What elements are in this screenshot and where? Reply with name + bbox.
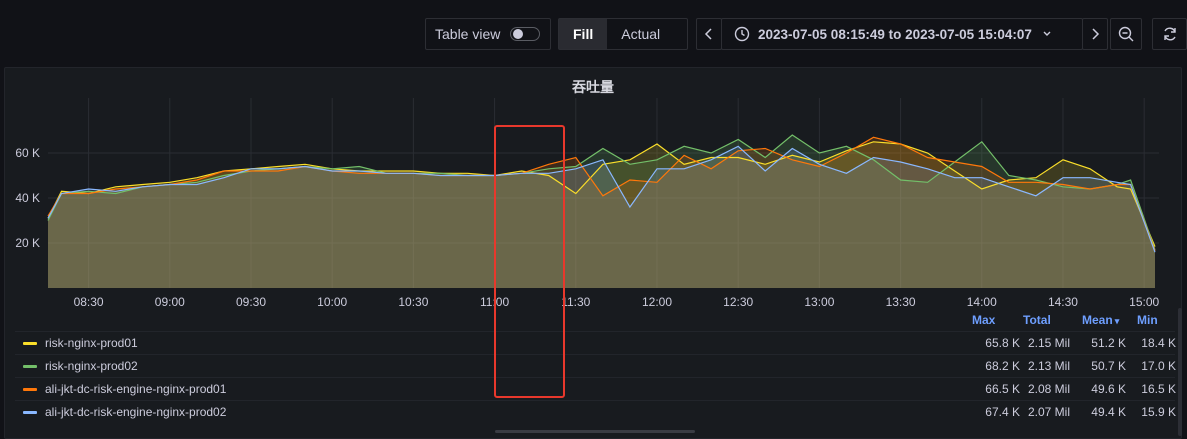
legend-table: Max Total Mean ▾ Min risk-nginx-prod01 65.… <box>15 309 1176 423</box>
mean-value: 50.7 K <box>1091 359 1126 373</box>
fill-actual-switch: Fill Actual <box>558 18 688 50</box>
mean-column-header[interactable]: Mean ▾ <box>1082 313 1119 327</box>
table-view-toggle[interactable]: Table view <box>425 18 551 50</box>
highlight-annotation-box <box>494 125 565 398</box>
x-tick-label: 15:00 <box>1129 295 1159 308</box>
min-value: 16.5 K <box>1141 382 1176 396</box>
x-tick-label: 10:30 <box>398 295 428 308</box>
series-name[interactable]: risk-nginx-prod02 <box>45 355 138 377</box>
refresh-icon <box>1163 27 1176 41</box>
time-back-button[interactable] <box>696 18 722 50</box>
actual-button[interactable]: Actual <box>607 19 674 49</box>
legend-row[interactable]: ali-jkt-dc-risk-engine-nginx-prod02 67.4 … <box>15 400 1176 423</box>
table-view-label: Table view <box>435 26 501 42</box>
y-tick-label: 60 K <box>15 146 40 160</box>
vertical-scrollbar[interactable] <box>1178 308 1182 436</box>
clock-icon <box>734 26 750 42</box>
chevron-down-icon <box>1043 31 1051 36</box>
total-value: 2.08 Mil <box>1027 382 1070 396</box>
throughput-panel: 吞吐量 20 K 40 K 60 K 08:30 09:00 09:30 10:00 10:3… <box>4 67 1182 439</box>
total-value: 2.13 Mil <box>1027 359 1070 373</box>
mean-value: 51.2 K <box>1091 336 1126 350</box>
total-value: 2.07 Mil <box>1027 405 1070 419</box>
min-value: 15.9 K <box>1141 405 1176 419</box>
legend-row[interactable]: ali-jkt-dc-risk-engine-nginx-prod01 66.5 … <box>15 377 1176 400</box>
toggle-knob <box>513 29 524 39</box>
x-tick-label: 13:00 <box>804 295 834 308</box>
x-tick-label: 12:30 <box>723 295 753 308</box>
zoom-out-icon <box>1118 26 1134 42</box>
x-tick-label: 14:30 <box>1048 295 1078 308</box>
max-value: 68.2 K <box>985 359 1020 373</box>
max-column-header[interactable]: Max <box>972 313 995 327</box>
legend-header: Max Total Mean ▾ Min <box>15 309 1175 331</box>
mean-value: 49.6 K <box>1091 382 1126 396</box>
legend-swatch <box>23 388 37 391</box>
legend-row[interactable]: risk-nginx-prod02 68.2 K 2.13 Mil 50.7 K 17.… <box>15 354 1176 377</box>
max-value: 66.5 K <box>985 382 1020 396</box>
legend-rows: risk-nginx-prod01 65.8 K 2.15 Mil 51.2 K 18.… <box>15 331 1176 423</box>
throughput-chart[interactable]: 20 K 40 K 60 K 08:30 09:00 09:30 10:00 10:30 11:… <box>5 68 1183 308</box>
series-name[interactable]: risk-nginx-prod01 <box>45 332 138 354</box>
zoom-out-button[interactable] <box>1110 18 1142 50</box>
x-tick-label: 13:30 <box>886 295 916 308</box>
chevron-left-icon <box>704 28 712 40</box>
chevron-right-icon <box>1092 28 1100 40</box>
min-column-header[interactable]: Min <box>1137 313 1158 327</box>
sort-indicator-icon: ▾ <box>1114 316 1120 326</box>
x-tick-label: 11:30 <box>561 295 590 308</box>
x-tick-label: 12:00 <box>642 295 672 308</box>
max-value: 65.8 K <box>985 336 1020 350</box>
x-tick-label: 09:30 <box>236 295 266 308</box>
legend-row[interactable]: risk-nginx-prod01 65.8 K 2.15 Mil 51.2 K 18.… <box>15 331 1176 354</box>
min-value: 18.4 K <box>1141 336 1176 350</box>
min-value: 17.0 K <box>1141 359 1176 373</box>
y-tick-label: 40 K <box>15 191 40 205</box>
toggle-switch[interactable] <box>510 27 541 41</box>
time-range-picker[interactable]: 2023-07-05 08:15:49 to 2023-07-05 15:04:… <box>721 18 1083 50</box>
total-value: 2.15 Mil <box>1027 336 1070 350</box>
dashboard-toolbar: Table view Fill Actual 2023-07-05 08:15:… <box>0 18 1187 52</box>
legend-swatch <box>23 365 37 368</box>
series-name[interactable]: ali-jkt-dc-risk-engine-nginx-prod02 <box>45 401 226 423</box>
x-tick-label: 09:00 <box>155 295 185 308</box>
max-value: 67.4 K <box>985 405 1020 419</box>
horizontal-scrollbar[interactable] <box>495 430 695 433</box>
refresh-button[interactable] <box>1152 18 1187 50</box>
total-column-header[interactable]: Total <box>1023 313 1051 327</box>
x-tick-label: 08:30 <box>74 295 104 308</box>
legend-swatch <box>23 342 37 345</box>
y-tick-label: 20 K <box>15 236 40 250</box>
series-name[interactable]: ali-jkt-dc-risk-engine-nginx-prod01 <box>45 378 226 400</box>
x-tick-label: 10:00 <box>317 295 347 308</box>
time-range-label: 2023-07-05 08:15:49 to 2023-07-05 15:04:… <box>758 26 1032 42</box>
mean-value: 49.4 K <box>1091 405 1126 419</box>
fill-button[interactable]: Fill <box>559 19 608 49</box>
x-tick-label: 14:00 <box>967 295 997 308</box>
legend-swatch <box>23 411 37 414</box>
time-forward-button[interactable] <box>1082 18 1108 50</box>
